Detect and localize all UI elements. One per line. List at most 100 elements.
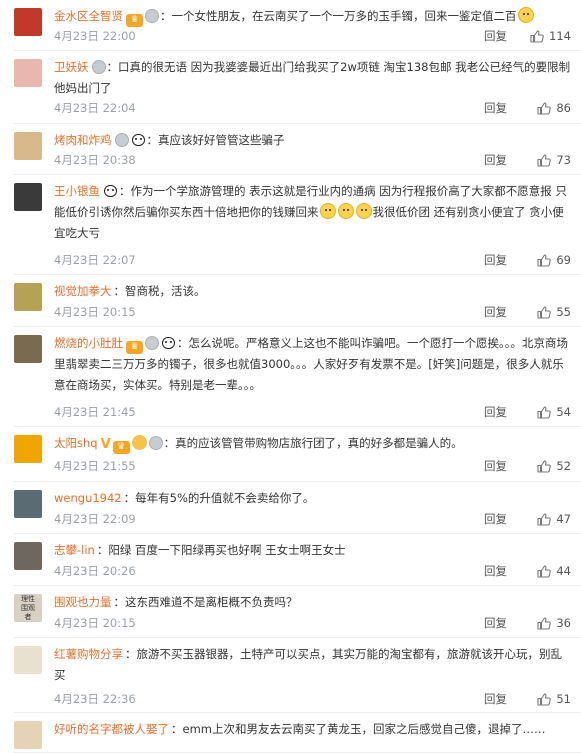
reply-button[interactable]: 回复 [484, 28, 507, 44]
comment-item: 红薯购物分享 ：旅游不买玉器银器，土特产可以买点，其实万能的淘宝都有，旅游就该开心… [0, 638, 581, 713]
comment-text: ：真的应该管管带购物店旅行团了，真的好多都是骗人的。 [163, 436, 463, 450]
comment-time: 4月23日 22:07 [54, 253, 136, 267]
comment-time: 4月23日 22:36 [54, 692, 136, 706]
username-link[interactable]: 卫妖妖 [54, 60, 89, 74]
username-link[interactable]: 太阳shq [54, 436, 98, 450]
avatar[interactable] [14, 435, 42, 463]
username-link[interactable]: 视觉加拳大 [54, 284, 112, 298]
comment-item: wengu1942 ：每年有5%的升值就不会卖给你了。 4月23日 22:09 回… [0, 482, 581, 534]
like-count: 44 [556, 564, 571, 578]
comment-text: ：真应该好好管管这些骗子 [146, 133, 285, 147]
username-link[interactable]: 王小银鱼 [54, 184, 100, 198]
like-button[interactable]: 36 [537, 615, 571, 634]
reply-button[interactable]: 回复 [484, 691, 507, 707]
panda-badge-icon [131, 133, 146, 147]
like-button[interactable]: 73 [537, 152, 571, 171]
comment-time: 4月23日 22:00 [54, 29, 136, 43]
comment-text: ：每年有5%的升值就不会卖给你了。 [123, 491, 315, 505]
vip-badge-icon: ♛ [126, 14, 143, 27]
reply-button[interactable]: 回复 [484, 152, 507, 168]
vip-badge-icon: ♛ [126, 341, 143, 354]
username-link[interactable]: 好听的名字都被人娶了 [54, 722, 169, 736]
avatar[interactable] [14, 283, 42, 311]
like-button[interactable]: 44 [537, 563, 571, 582]
medal-badge-icon [114, 133, 129, 147]
thumbs-up-icon [537, 254, 552, 271]
like-button[interactable]: 47 [537, 511, 571, 530]
username-link[interactable]: wengu1942 [54, 491, 122, 505]
username-link[interactable]: 烤肉和炸鸡 [54, 133, 112, 147]
thumbs-up-icon [530, 30, 544, 47]
reply-button[interactable]: 回复 [484, 615, 507, 631]
emoji-icon [517, 7, 534, 23]
like-button[interactable]: 69 [537, 252, 571, 271]
comment-text: ：旅游不买玉器银器，土特产可以买点，其实万能的淘宝都有，旅游就该开心玩，别乱买 [54, 647, 562, 682]
medal-badge-icon [145, 9, 159, 23]
reply-button[interactable]: 回复 [484, 511, 507, 527]
avatar[interactable] [14, 183, 42, 211]
like-count: 36 [556, 616, 571, 630]
like-button[interactable]: 86 [537, 100, 571, 119]
comment-item: 太阳shq V ♛ ：真的应该管管带购物店旅行团了，真的好多都是骗人的。 4月23日 … [0, 427, 581, 482]
comment-item: 好听的名字都被人娶了 ：emm上次和男友去云南买了黄龙玉，回家之后感觉自己傻，退掉… [0, 713, 581, 753]
avatar[interactable] [14, 646, 42, 674]
comment-item: 烤肉和炸鸡 ：真应该好好管管这些骗子 4月23日 20:38 回复 73 [0, 124, 581, 175]
emoji-icon [319, 203, 336, 219]
avatar[interactable] [14, 721, 42, 749]
reply-button[interactable]: 回复 [484, 404, 507, 420]
reply-button[interactable]: 回复 [484, 563, 507, 579]
thumbs-up-icon [537, 513, 552, 530]
like-count: 47 [556, 512, 571, 526]
like-count: 73 [556, 153, 571, 167]
like-count: 54 [556, 405, 571, 419]
comment-time: 4月23日 20:15 [54, 305, 136, 319]
panda-badge-icon [161, 336, 176, 350]
comment-item: 王小银鱼 ：作为一个学旅游管理的 表示这就是行业内的通病 因为行程报价高了大家都不… [0, 175, 581, 275]
like-button[interactable]: 52 [537, 458, 571, 477]
username-link[interactable]: 金水区全智贤 [54, 9, 123, 23]
comment-time: 4月23日 20:26 [54, 564, 136, 578]
avatar[interactable]: 理性围观者 [14, 594, 42, 622]
medal-badge-icon [145, 336, 159, 350]
comment-time: 4月23日 21:55 [54, 459, 136, 473]
medal-badge-icon [148, 436, 163, 450]
reply-button[interactable]: 回复 [484, 100, 507, 116]
thumbs-up-icon [537, 617, 552, 634]
comment-time: 4月23日 20:15 [54, 616, 136, 630]
comment-text: ：emm上次和男友去云南买了黄龙玉，回家之后感觉自己傻，退掉了…… [171, 722, 546, 736]
thumbs-up-icon [537, 565, 552, 582]
avatar[interactable] [14, 335, 42, 363]
reply-button[interactable]: 回复 [484, 252, 507, 268]
thumbs-up-icon [537, 406, 552, 423]
reply-button[interactable]: 回复 [484, 304, 507, 320]
avatar[interactable] [14, 542, 42, 570]
avatar[interactable] [14, 8, 42, 36]
like-button[interactable]: 54 [537, 404, 571, 423]
comment-text: ：一个女性朋友，在云南买了一个一万多的玉手镯，回来一鉴定值二百 [160, 9, 517, 23]
emoji-icon [355, 203, 372, 219]
comment-item: 燃烧的小肚肚 ♛ ：怎么说呢。严格意义上这也不能叫诈骗吧。一个愿打一个愿挨。。。北京… [0, 327, 581, 427]
like-button[interactable]: 51 [537, 691, 571, 710]
username-link[interactable]: 志攀-lin [54, 543, 95, 557]
avatar[interactable] [14, 59, 42, 87]
comment-item: 志攀-lin ：阳绿 百度一下阳绿再买也好啊 王女士啊王女士 4月23日 20:2… [0, 534, 581, 586]
comment-item: 视觉加拳大 ：智商税，活该。 4月23日 20:15 回复 55 [0, 275, 581, 327]
reply-button[interactable]: 回复 [484, 458, 507, 474]
comment-time: 4月23日 20:38 [54, 153, 136, 167]
like-button[interactable]: 114 [530, 28, 571, 47]
like-button[interactable]: 55 [537, 304, 571, 323]
avatar[interactable] [14, 132, 42, 160]
avatar[interactable] [14, 490, 42, 518]
emoji-icon [337, 203, 354, 219]
thumbs-up-icon [537, 460, 552, 477]
comment-text: ：口真的很无语 因为我婆婆最近出门给我买了2w项链 淘宝138包邮 我老公已经气… [54, 60, 571, 95]
username-link[interactable]: 燃烧的小肚肚 [54, 336, 123, 350]
thumbs-up-icon [537, 693, 552, 710]
comment-item: 金水区全智贤 ♛ ：一个女性朋友，在云南买了一个一万多的玉手镯，回来一鉴定值二百 4… [0, 0, 581, 51]
verified-v-icon: V [100, 437, 111, 452]
username-link[interactable]: 围观也力量 [54, 595, 112, 609]
like-count: 55 [556, 305, 571, 319]
avatar-text: 理性围观者 [21, 594, 35, 621]
username-link[interactable]: 红薯购物分享 [54, 647, 123, 661]
vip-badge-icon: ♛ [112, 441, 130, 454]
